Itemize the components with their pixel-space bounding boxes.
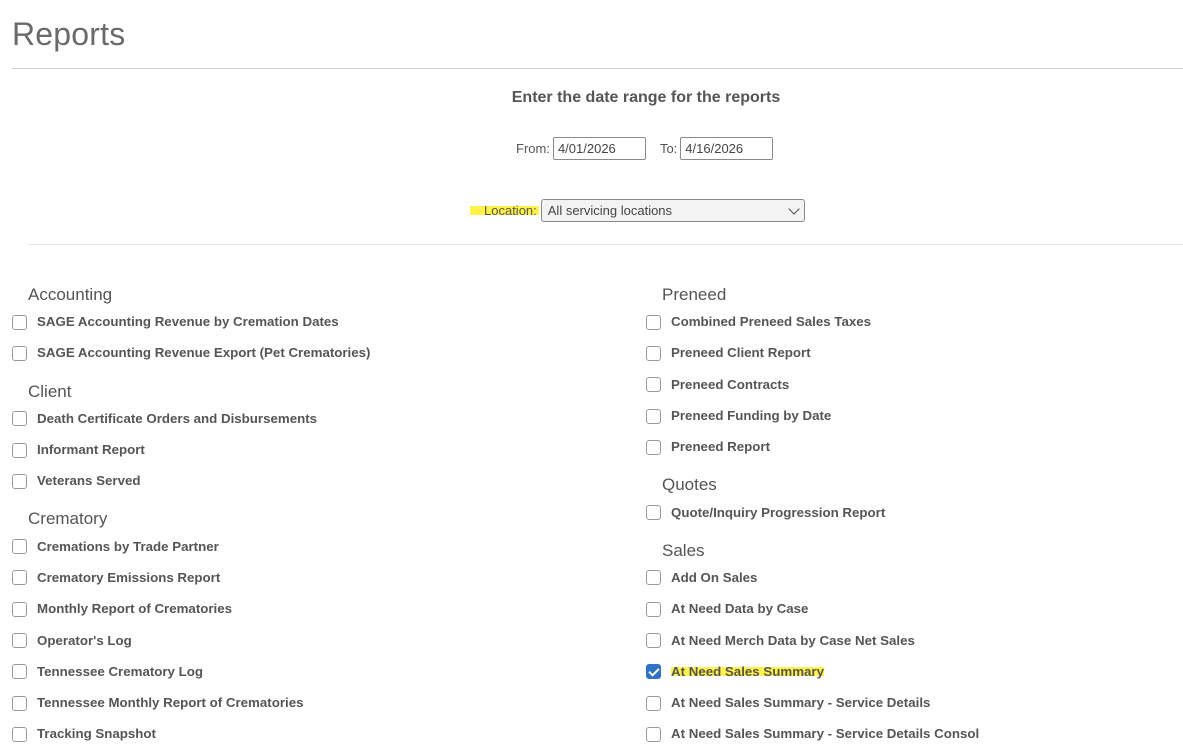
report-option[interactable]: At Need Sales Summary - Service Details …: [646, 720, 979, 751]
location-select[interactable]: All servicing locations: [540, 199, 805, 222]
report-group-title: Preneed: [662, 285, 727, 304]
report-group-title: Accounting: [28, 285, 113, 304]
report-option[interactable]: Tennessee Crematory Log: [12, 658, 370, 689]
checkbox[interactable]: [646, 439, 661, 455]
title-divider: [12, 68, 1183, 69]
report-option[interactable]: Preneed Contracts: [646, 371, 979, 402]
report-group-title: Crematory: [28, 509, 108, 529]
report-option[interactable]: Combined Preneed Sales Taxes: [646, 308, 979, 339]
checkbox[interactable]: [12, 601, 27, 617]
date-range-heading: Enter the date range for the reports: [511, 89, 781, 106]
checkbox[interactable]: [12, 442, 27, 458]
report-option[interactable]: At Need Data by Case: [646, 595, 979, 626]
report-group-title: Sales: [662, 540, 705, 560]
page-title: Reports: [12, 16, 126, 52]
checkbox[interactable]: [12, 570, 27, 586]
report-option-label[interactable]: Preneed Contracts: [671, 377, 789, 392]
report-option[interactable]: Preneed Client Report: [646, 339, 979, 370]
report-option-label[interactable]: Quote/Inquiry Progression Report: [671, 505, 885, 520]
checkbox[interactable]: [12, 411, 27, 427]
report-option[interactable]: At Need Merch Data by Case Net Sales: [646, 626, 979, 657]
to-date-input[interactable]: [680, 137, 774, 160]
report-option[interactable]: Cremations by Trade Partner: [12, 532, 370, 563]
checkbox-checked[interactable]: [646, 664, 661, 680]
report-option-label[interactable]: Tennessee Monthly Report of Crematories: [37, 695, 303, 710]
report-option[interactable]: Crematory Emissions Report: [12, 564, 370, 595]
checkbox[interactable]: [646, 726, 661, 742]
checkbox[interactable]: [12, 314, 27, 330]
location-row: Location: All servicing locations: [470, 199, 805, 222]
report-option[interactable]: Preneed Funding by Date: [646, 402, 979, 433]
checkbox[interactable]: [646, 505, 661, 521]
report-option-label[interactable]: At Need Data by Case: [671, 601, 808, 616]
report-option-label[interactable]: Death Certificate Orders and Disbursemen…: [37, 411, 317, 426]
checkbox[interactable]: [12, 539, 27, 555]
report-option-label[interactable]: Tennessee Crematory Log: [37, 664, 203, 679]
report-column-left: Accounting SAGE Accounting Revenue by Cre…: [12, 282, 370, 752]
location-label: Location:: [470, 203, 539, 218]
report-option-label[interactable]: Add On Sales: [671, 570, 757, 585]
report-option-label[interactable]: SAGE Accounting Revenue by Cremation Dat…: [37, 314, 339, 329]
date-range-row: From: To:: [516, 137, 774, 160]
report-option[interactable]: Death Certificate Orders and Disbursemen…: [12, 405, 370, 436]
report-option-label[interactable]: Preneed Funding by Date: [671, 408, 831, 423]
report-option-label[interactable]: Operator's Log: [37, 633, 132, 648]
checkbox[interactable]: [646, 601, 661, 617]
report-option[interactable]: Tennessee Monthly Report of Crematories: [12, 689, 370, 720]
checkbox[interactable]: [646, 695, 661, 711]
checkbox[interactable]: [12, 695, 27, 711]
checkbox[interactable]: [646, 633, 661, 649]
checkbox[interactable]: [12, 473, 27, 489]
report-option[interactable]: At Need Sales Summary - Service Details: [646, 689, 979, 720]
report-option-label[interactable]: At Need Merch Data by Case Net Sales: [671, 633, 915, 648]
checkbox[interactable]: [646, 377, 661, 393]
section-divider: [28, 244, 1183, 245]
report-option[interactable]: Veterans Served: [12, 467, 370, 498]
report-option-label[interactable]: Crematory Emissions Report: [37, 570, 220, 585]
report-option-label[interactable]: Tracking Snapshot: [37, 726, 156, 741]
report-option-label[interactable]: At Need Sales Summary: [671, 663, 824, 679]
checkbox[interactable]: [12, 633, 27, 649]
checkbox[interactable]: [12, 726, 27, 742]
report-option-label[interactable]: At Need Sales Summary - Service Details: [671, 695, 930, 710]
report-option-label[interactable]: Informant Report: [37, 442, 145, 457]
report-option-label[interactable]: Veterans Served: [37, 473, 141, 488]
report-option[interactable]: Tracking Snapshot: [12, 720, 370, 751]
report-option[interactable]: Monthly Report of Crematories: [12, 595, 370, 626]
report-option[interactable]: Quote/Inquiry Progression Report: [646, 498, 979, 529]
report-option[interactable]: SAGE Accounting Revenue Export (Pet Crem…: [12, 339, 370, 370]
report-group-title: Quotes: [662, 475, 717, 495]
report-option-label[interactable]: Preneed Client Report: [671, 345, 811, 360]
report-option[interactable]: Add On Sales: [646, 564, 979, 595]
location-selected-value: All servicing locations: [547, 203, 673, 218]
report-option-label[interactable]: Combined Preneed Sales Taxes: [671, 314, 871, 329]
report-option[interactable]: SAGE Accounting Revenue by Cremation Dat…: [12, 308, 370, 339]
report-option-label[interactable]: SAGE Accounting Revenue Export (Pet Crem…: [37, 345, 370, 360]
report-option[interactable]: At Need Sales Summary: [646, 658, 979, 689]
report-option-label[interactable]: Cremations by Trade Partner: [37, 539, 219, 554]
checkbox[interactable]: [646, 314, 661, 330]
report-option[interactable]: Informant Report: [12, 436, 370, 467]
report-option-label[interactable]: Preneed Report: [671, 439, 770, 454]
report-option-label[interactable]: Monthly Report of Crematories: [37, 601, 232, 616]
to-label: To:: [659, 141, 678, 156]
report-option-label[interactable]: At Need Sales Summary - Service Details …: [671, 726, 979, 741]
checkbox[interactable]: [12, 664, 27, 680]
checkbox[interactable]: [646, 570, 661, 586]
from-label: From:: [516, 141, 550, 156]
report-option[interactable]: Operator's Log: [12, 626, 370, 657]
report-group-title: Client: [28, 381, 72, 401]
checkbox[interactable]: [646, 345, 661, 361]
checkbox[interactable]: [646, 408, 661, 424]
from-date-input[interactable]: [552, 137, 646, 160]
report-option[interactable]: Preneed Report: [646, 433, 979, 464]
checkbox[interactable]: [12, 345, 27, 361]
report-column-right: Preneed Combined Preneed Sales Taxes Prene…: [646, 282, 979, 752]
chevron-down-icon: [788, 202, 800, 215]
